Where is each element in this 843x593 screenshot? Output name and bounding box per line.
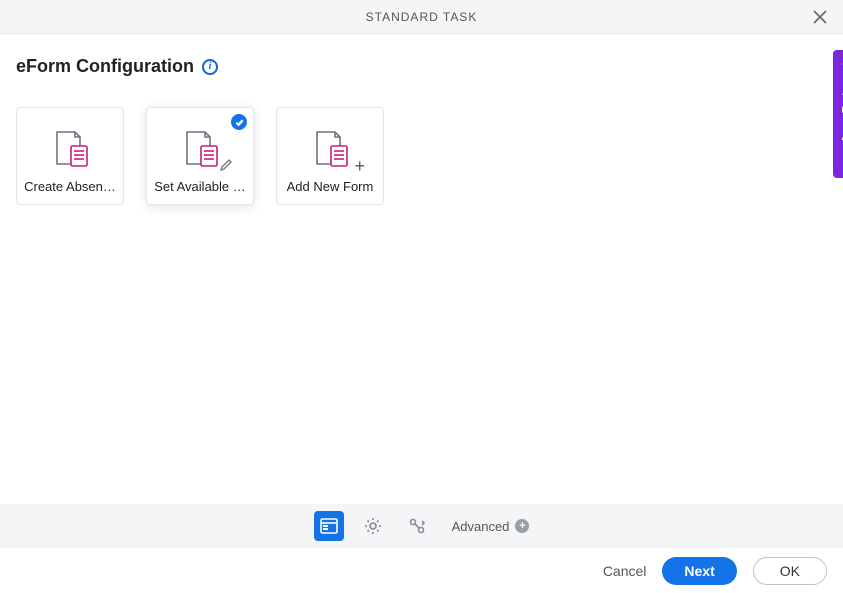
close-icon[interactable] [811,8,829,26]
next-button[interactable]: Next [662,557,736,585]
gear-icon[interactable] [358,511,388,541]
check-icon [231,114,247,130]
page-title: eForm Configuration [16,56,194,77]
bottom-toolbar: Advanced + [0,504,843,548]
plus-icon: + [354,157,365,175]
plus-circle-icon: + [515,519,529,533]
ok-button[interactable]: OK [753,557,827,585]
form-card-set-available[interactable]: Set Available … [146,107,254,205]
header-bar: STANDARD TASK [0,0,843,34]
page-content: eForm Configuration i Create Absen… [0,34,843,504]
pencil-icon [219,158,233,177]
form-card-list: Create Absen… Set Available [16,107,827,205]
footer-actions: Cancel Next OK [0,548,843,593]
form-card-label: Add New Form [287,179,374,194]
app-data-label: App Data [839,84,843,143]
advanced-label: Advanced [452,519,510,534]
form-card-create-absence[interactable]: Create Absen… [16,107,124,205]
form-doc-icon [179,127,221,169]
advanced-toggle[interactable]: Advanced + [452,519,530,534]
info-icon[interactable]: i [202,59,218,75]
app-data-tab[interactable]: App Data [833,50,843,178]
form-card-label: Set Available … [154,179,246,194]
window-icon[interactable] [314,511,344,541]
header-title: STANDARD TASK [366,10,478,24]
form-card-label: Create Absen… [24,179,116,194]
form-doc-icon: + [309,127,351,169]
form-card-add-new[interactable]: + Add New Form [276,107,384,205]
cancel-button[interactable]: Cancel [603,563,647,579]
flow-icon[interactable] [402,511,432,541]
form-doc-icon [49,127,91,169]
page-heading-row: eForm Configuration i [16,56,827,77]
